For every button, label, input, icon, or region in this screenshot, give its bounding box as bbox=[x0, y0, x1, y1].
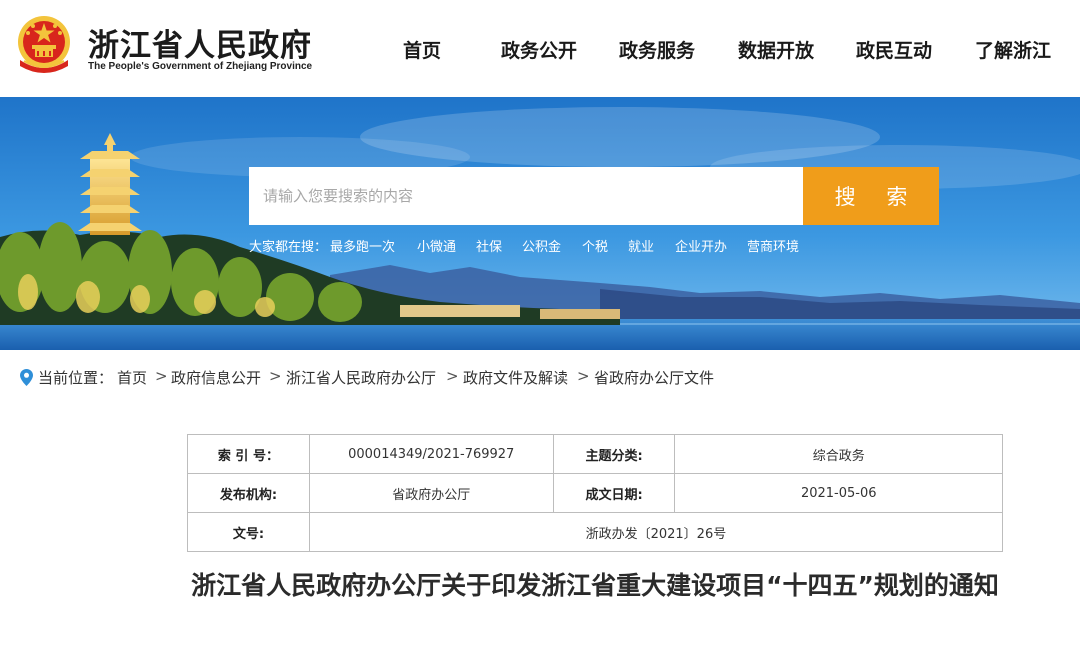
issue-date-value: 2021-05-06 bbox=[674, 473, 1003, 513]
hero-banner: 搜 索 大家都在搜： 最多跑一次 小微通 社保 公积金 个税 就业 企业开办 营… bbox=[0, 97, 1080, 350]
main-nav: 首页 政务公开 政务服务 数据开放 政民互动 了解浙江 bbox=[0, 36, 1080, 64]
topic-category-label: 主题分类: bbox=[552, 434, 676, 474]
breadcrumb-item-office-documents[interactable]: 省政府办公厅文件 bbox=[594, 367, 714, 388]
index-number-value: 000014349/2021-769927 bbox=[308, 434, 554, 474]
hot-link-shebao[interactable]: 社保 bbox=[476, 236, 502, 255]
document-metadata-table: 索 引 号： 000014349/2021-769927 主题分类: 综合政务 … bbox=[187, 434, 1004, 552]
table-row: 发布机构: 省政府办公厅 成文日期: 2021-05-06 bbox=[187, 473, 1003, 513]
hot-link-zuiduopao[interactable]: 最多跑一次 bbox=[330, 236, 395, 255]
document-number-label: 文号: bbox=[187, 512, 310, 552]
breadcrumb-separator: > bbox=[155, 367, 168, 385]
breadcrumb-item-documents[interactable]: 政府文件及解读 bbox=[463, 367, 568, 388]
table-row: 索 引 号： 000014349/2021-769927 主题分类: 综合政务 bbox=[187, 434, 1003, 474]
nav-item-services[interactable]: 政务服务 bbox=[619, 36, 695, 63]
hot-link-qiyekaiban[interactable]: 企业开办 bbox=[675, 236, 727, 255]
document-number-value: 浙政办发〔2021〕26号 bbox=[308, 512, 1004, 552]
search-input[interactable] bbox=[249, 167, 803, 225]
issue-date-label: 成文日期: bbox=[552, 473, 676, 513]
hot-link-gongjijin[interactable]: 公积金 bbox=[522, 236, 561, 255]
publisher-label: 发布机构: bbox=[187, 473, 310, 513]
topic-category-value: 综合政务 bbox=[674, 434, 1003, 474]
breadcrumb-item-general-office[interactable]: 浙江省人民政府办公厅 bbox=[286, 367, 436, 388]
nav-item-about-zhejiang[interactable]: 了解浙江 bbox=[975, 36, 1051, 63]
breadcrumb-separator: > bbox=[577, 367, 590, 385]
breadcrumb-separator: > bbox=[269, 367, 282, 385]
document-title: 浙江省人民政府办公厅关于印发浙江省重大建设项目“十四五”规划的通知 bbox=[191, 571, 999, 600]
breadcrumb-separator: > bbox=[446, 367, 459, 385]
hot-link-geshui[interactable]: 个税 bbox=[582, 236, 608, 255]
hot-link-yingshanghuanjing[interactable]: 营商环境 bbox=[747, 236, 799, 255]
hot-search-label: 大家都在搜： bbox=[249, 240, 328, 255]
location-pin-icon bbox=[20, 369, 33, 390]
breadcrumb-item-home[interactable]: 首页 bbox=[117, 367, 147, 388]
nav-item-open-data[interactable]: 数据开放 bbox=[738, 36, 814, 63]
nav-item-home[interactable]: 首页 bbox=[403, 36, 441, 63]
hot-link-jiuye[interactable]: 就业 bbox=[628, 236, 654, 255]
nav-item-interaction[interactable]: 政民互动 bbox=[856, 36, 932, 63]
breadcrumb-item-info-disclosure[interactable]: 政府信息公开 bbox=[171, 367, 261, 388]
table-row: 文号: 浙政办发〔2021〕26号 bbox=[187, 512, 1004, 552]
nav-item-government-affairs[interactable]: 政务公开 bbox=[501, 36, 577, 63]
site-header: 浙江省人民政府 The People's Government of Zheji… bbox=[0, 0, 1080, 97]
publisher-value: 省政府办公厅 bbox=[308, 473, 554, 513]
breadcrumb-label: 当前位置： bbox=[38, 369, 114, 387]
search-button[interactable]: 搜 索 bbox=[803, 167, 939, 225]
hot-link-xiaoweitong[interactable]: 小微通 bbox=[417, 236, 456, 255]
index-number-label: 索 引 号： bbox=[187, 434, 310, 474]
